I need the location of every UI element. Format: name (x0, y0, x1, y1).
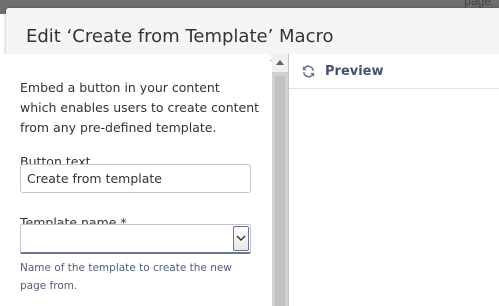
select-dropdown-button[interactable] (233, 226, 249, 251)
dialog-title: Edit ‘Create from Template’ Macro (26, 26, 334, 47)
template-name-select[interactable] (20, 224, 251, 254)
preview-panel: Preview (289, 54, 499, 306)
scroll-up-arrow-icon (276, 60, 284, 65)
button-text-input[interactable] (20, 164, 251, 193)
refresh-icon[interactable] (301, 64, 316, 79)
scroll-up-button[interactable] (272, 54, 288, 72)
macro-description: Embed a button in your content which ena… (20, 80, 260, 135)
backdrop-text: page (464, 0, 491, 8)
preview-label: Preview (325, 64, 384, 79)
parameters-scrollbar[interactable] (272, 54, 288, 306)
chevron-down-icon (236, 235, 246, 241)
scroll-thumb[interactable] (275, 76, 285, 306)
preview-header: Preview (289, 54, 499, 89)
macro-parameters-panel: Embed a button in your content which ena… (0, 54, 270, 306)
template-name-help: Name of the template to create the new p… (20, 262, 232, 292)
